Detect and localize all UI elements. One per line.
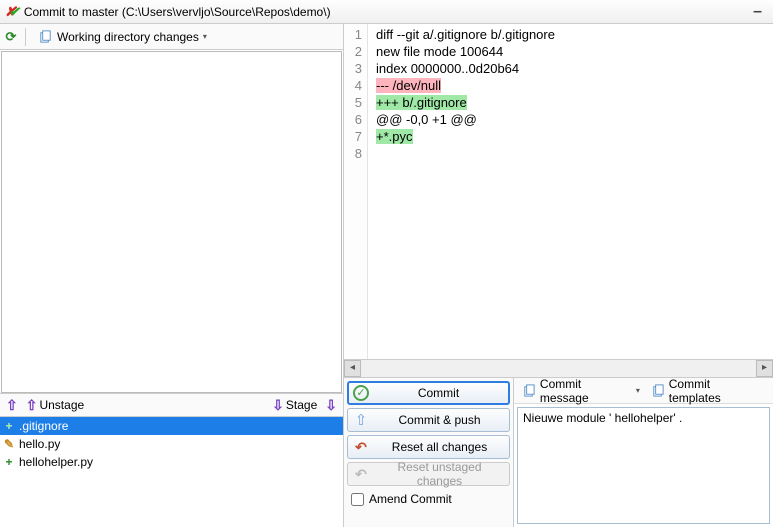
commit-panel: ✓ Commit ⇧ Commit & push ↶ Reset all cha… xyxy=(344,377,773,527)
file-name: hello.py xyxy=(19,437,60,451)
undo-icon: ↶ xyxy=(352,438,370,456)
unstage-label: Unstage xyxy=(39,398,84,412)
scroll-left-button[interactable]: ◂ xyxy=(344,360,361,377)
stage-button[interactable]: ⇩ Stage xyxy=(268,397,321,414)
right-panel: 12345678 diff --git a/.gitignore b/.giti… xyxy=(344,24,773,527)
modified-icon: ✎ xyxy=(2,437,16,451)
amend-commit-checkbox[interactable] xyxy=(351,493,364,506)
commit-message-column: Commit message ▾ Commit templates xyxy=(514,378,773,527)
unstage-all-button[interactable]: ⇧ xyxy=(2,397,22,414)
diff-line-numbers: 12345678 xyxy=(344,24,368,359)
horizontal-scrollbar[interactable]: ◂ ▸ xyxy=(344,359,773,377)
unstaged-files-area[interactable] xyxy=(1,51,342,393)
commit-message-textarea[interactable] xyxy=(517,407,770,524)
commit-push-label: Commit & push xyxy=(374,413,505,427)
added-icon: + xyxy=(2,455,16,469)
scroll-right-button[interactable]: ▸ xyxy=(756,360,773,377)
commit-message-dropdown[interactable]: Commit message ▾ xyxy=(518,376,644,406)
file-name: .gitignore xyxy=(19,419,68,433)
app-icon: ✘✔ xyxy=(5,4,20,20)
file-row[interactable]: +.gitignore xyxy=(0,417,343,435)
working-dir-label: Working directory changes xyxy=(57,30,199,44)
chevron-down-icon: ▾ xyxy=(636,386,640,395)
working-dir-toolbar: ⟳ Working directory changes ▾ xyxy=(0,24,343,50)
chevron-down-icon: ▾ xyxy=(203,32,207,41)
message-toolbar: Commit message ▾ Commit templates xyxy=(514,378,773,404)
stage-toolbar: ⇧ ⇧ Unstage ⇩ Stage ⇩ xyxy=(0,393,343,417)
undo-icon: ↶ xyxy=(352,465,370,483)
commit-templates-label: Commit templates xyxy=(669,377,765,405)
documents-icon xyxy=(522,383,537,398)
reset-all-changes-button[interactable]: ↶ Reset all changes xyxy=(347,435,510,459)
commit-button[interactable]: ✓ Commit xyxy=(347,381,510,405)
refresh-icon[interactable]: ⟳ xyxy=(3,29,19,45)
amend-commit-checkbox-row[interactable]: Amend Commit xyxy=(347,489,510,509)
stage-label: Stage xyxy=(286,398,317,412)
commit-actions-column: ✓ Commit ⇧ Commit & push ↶ Reset all cha… xyxy=(344,378,514,527)
reset-all-label: Reset all changes xyxy=(374,440,505,454)
commit-message-label: Commit message xyxy=(540,377,633,405)
arrow-up-icon: ⇧ xyxy=(6,397,18,414)
arrow-down-icon: ⇩ xyxy=(272,397,284,414)
file-row[interactable]: ✎hello.py xyxy=(0,435,343,453)
reset-unstaged-label: Reset unstaged changes xyxy=(374,460,505,488)
arrow-up-icon: ⇧ xyxy=(352,411,370,429)
reset-unstaged-changes-button: ↶ Reset unstaged changes xyxy=(347,462,510,486)
diff-content: diff --git a/.gitignore b/.gitignorenew … xyxy=(368,24,555,359)
diff-viewer[interactable]: 12345678 diff --git a/.gitignore b/.giti… xyxy=(344,24,773,359)
amend-label: Amend Commit xyxy=(369,492,452,506)
added-icon: + xyxy=(2,419,16,433)
title-bar: ✘✔ Commit to master (C:\Users\vervljo\So… xyxy=(0,0,773,24)
documents-icon xyxy=(38,29,53,44)
file-name: hellohelper.py xyxy=(19,455,93,469)
arrow-up-icon: ⇧ xyxy=(26,397,38,414)
window-title: Commit to master (C:\Users\vervljo\Sourc… xyxy=(24,5,331,19)
documents-icon xyxy=(651,383,666,398)
staged-files-list[interactable]: +.gitignore✎hello.py+hellohelper.py xyxy=(0,417,343,527)
commit-label: Commit xyxy=(373,386,504,400)
stage-all-button[interactable]: ⇩ xyxy=(321,397,341,414)
check-icon: ✓ xyxy=(353,385,369,401)
commit-and-push-button[interactable]: ⇧ Commit & push xyxy=(347,408,510,432)
arrow-down-icon: ⇩ xyxy=(325,397,337,414)
minimize-button[interactable]: – xyxy=(747,3,768,21)
left-panel: ⟳ Working directory changes ▾ ⇧ ⇧ Unstag… xyxy=(0,24,344,527)
working-directory-dropdown[interactable]: Working directory changes ▾ xyxy=(32,27,213,46)
file-row[interactable]: +hellohelper.py xyxy=(0,453,343,471)
unstage-button[interactable]: ⇧ Unstage xyxy=(22,397,88,414)
commit-templates-dropdown[interactable]: Commit templates xyxy=(647,376,769,406)
